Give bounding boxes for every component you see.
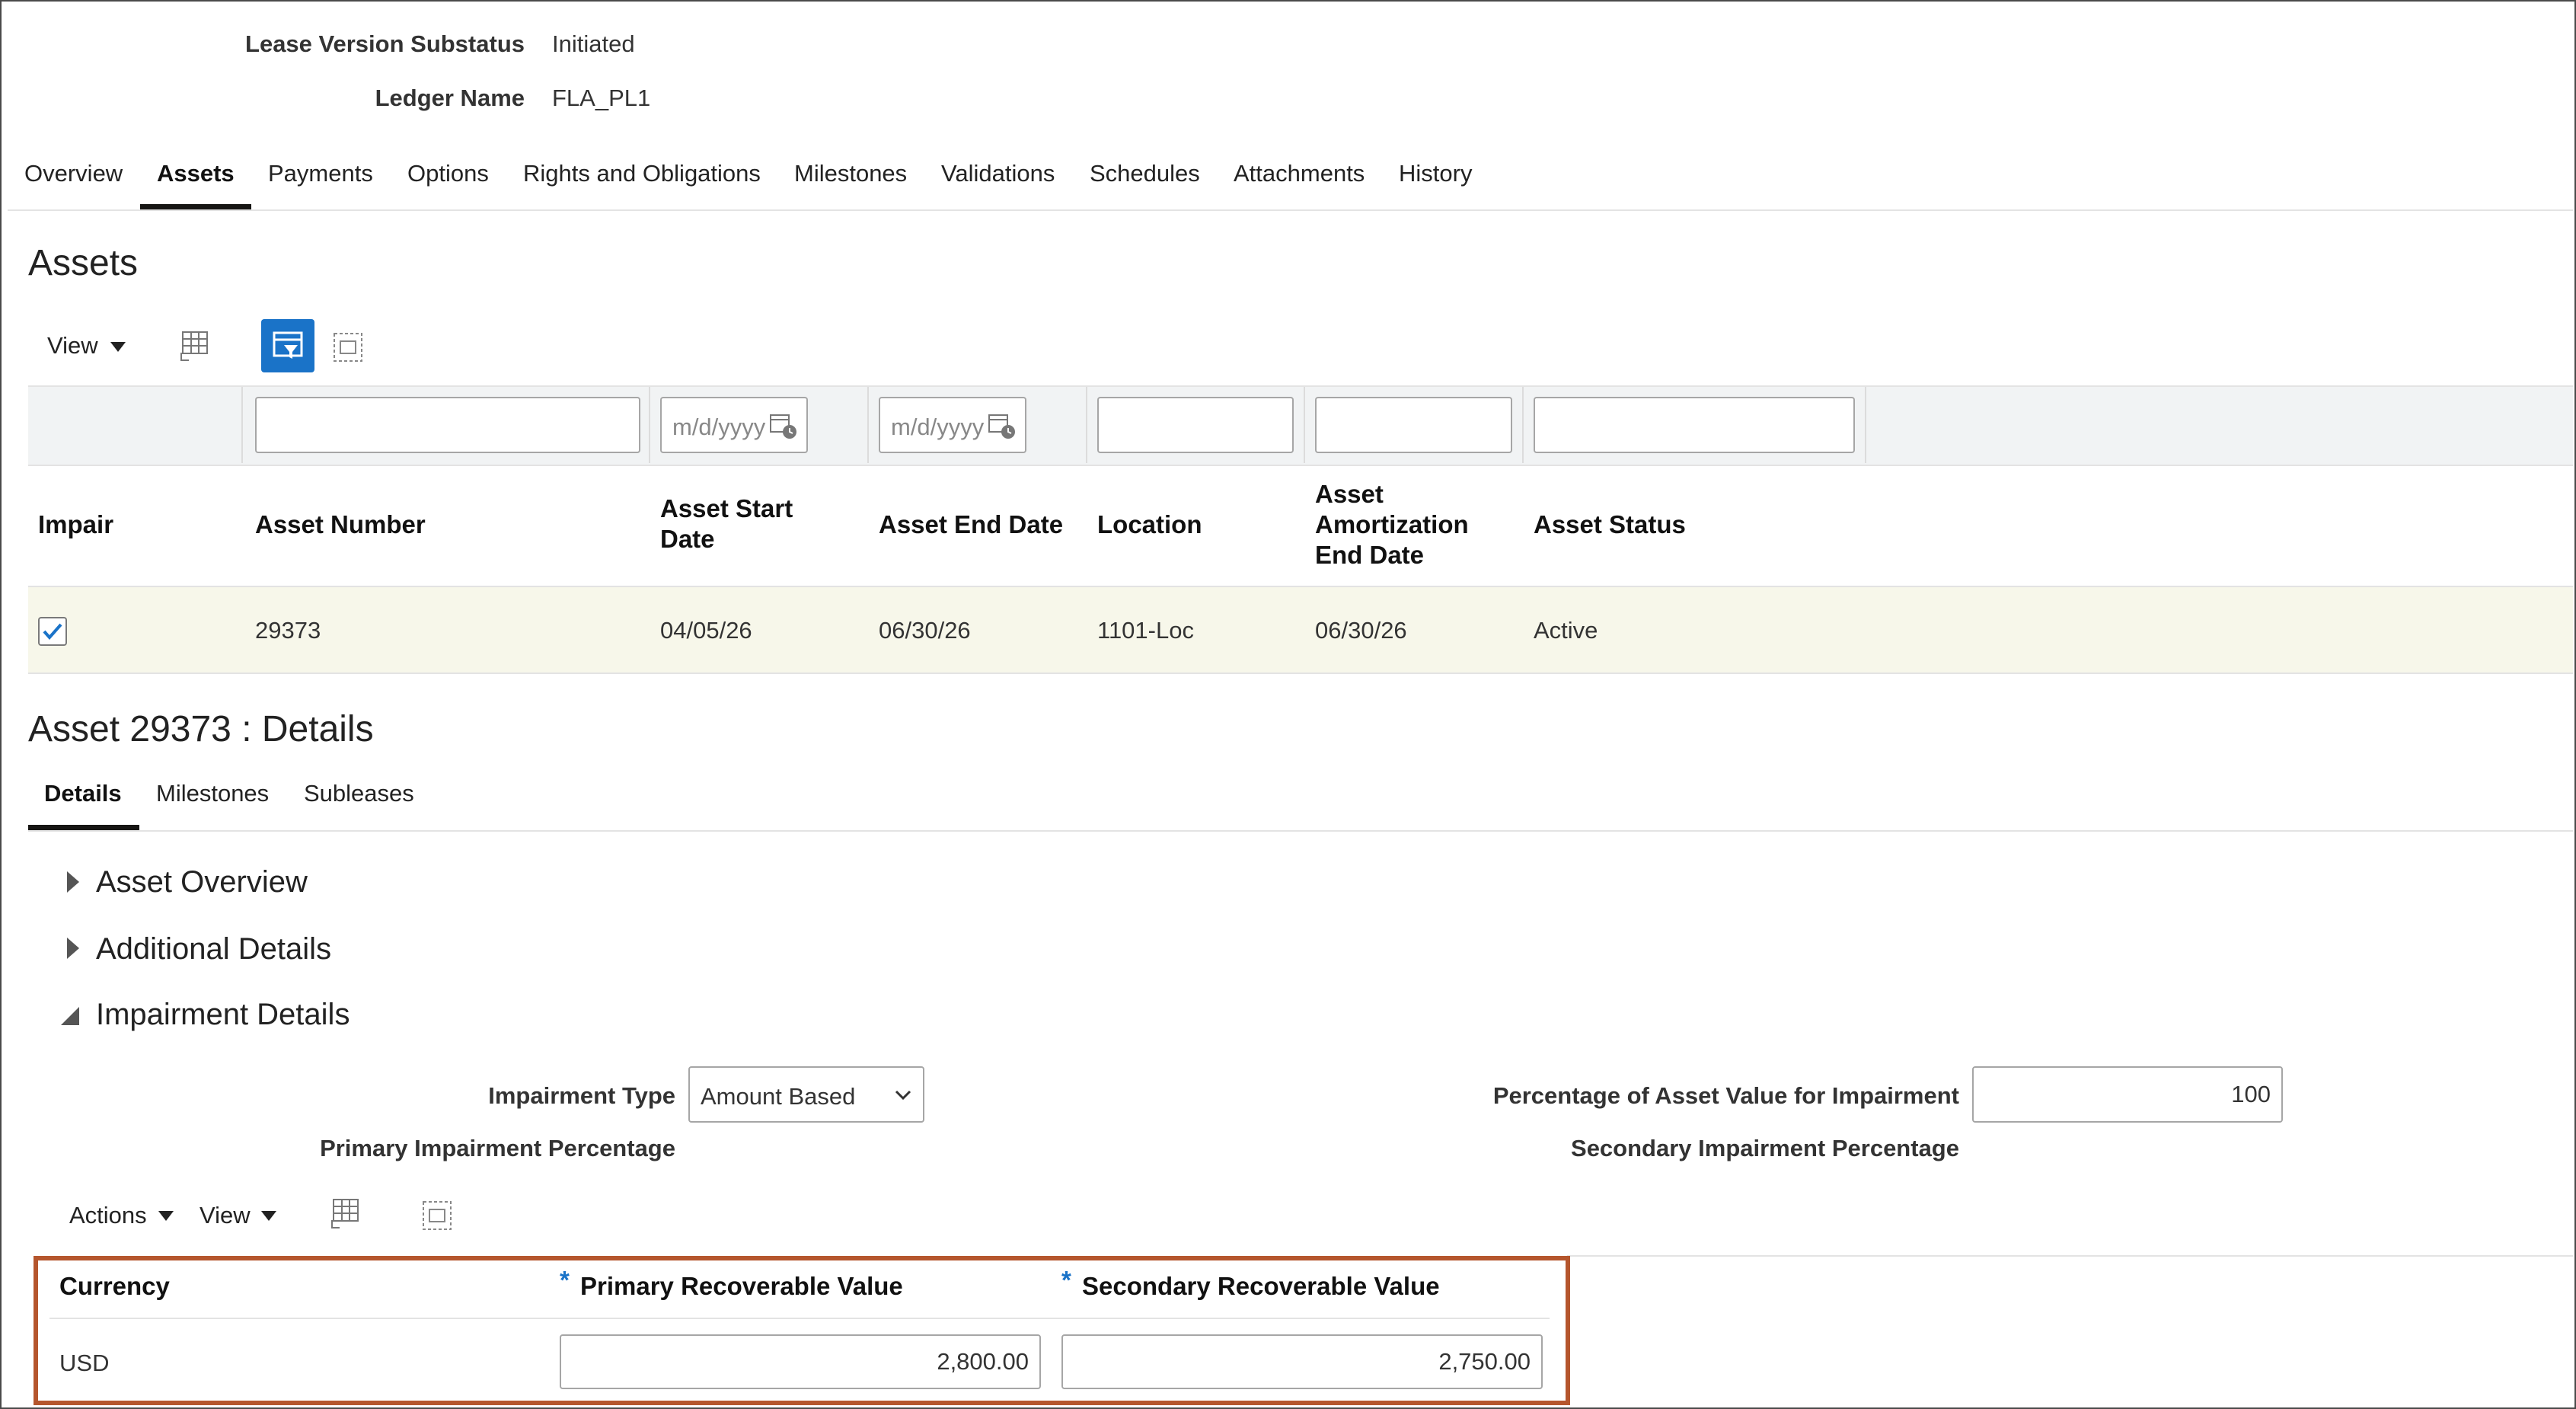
pct-asset-value-input[interactable]: 100 xyxy=(1972,1066,2283,1123)
filter-col-divider xyxy=(1522,387,1524,463)
start-date-header-line: Date xyxy=(660,525,715,553)
filter-col-divider xyxy=(1304,387,1305,463)
additional-details-section[interactable]: Additional Details xyxy=(96,932,331,966)
table-row[interactable] xyxy=(28,587,2573,674)
asset-number-column-header[interactable]: Asset Number xyxy=(255,510,426,540)
primary-recoverable-input[interactable]: 2,800.00 xyxy=(560,1334,1041,1389)
primary-impairment-pct-label: Primary Impairment Percentage xyxy=(320,1135,675,1161)
expand-icon[interactable] xyxy=(67,871,79,893)
substatus-value: Initiated xyxy=(552,30,635,57)
collapse-icon[interactable] xyxy=(59,1005,82,1028)
tab-validations[interactable]: Validations xyxy=(941,160,1055,187)
tabs-divider xyxy=(8,209,2573,211)
asset-status-filter[interactable] xyxy=(1534,397,1855,453)
filter-col-divider xyxy=(1865,387,1866,463)
window-frame xyxy=(0,0,2576,1409)
actions-menu[interactable]: Actions xyxy=(69,1202,147,1229)
asset-status-cell: Active xyxy=(1534,617,1598,644)
end-date-filter[interactable]: m/d/yyyy xyxy=(879,397,1026,453)
tab-payments[interactable]: Payments xyxy=(268,160,373,187)
start-date-column-header[interactable]: Asset Start Date xyxy=(660,494,793,554)
location-cell: 1101-Loc xyxy=(1097,617,1194,644)
secondary-recoverable-column-header[interactable]: Secondary Recoverable Value xyxy=(1082,1271,1440,1302)
view-menu[interactable]: View xyxy=(200,1202,251,1229)
impairment-details-section[interactable]: Impairment Details xyxy=(96,998,350,1032)
impair-checkbox[interactable] xyxy=(38,617,67,646)
filter-col-divider xyxy=(649,387,650,463)
query-by-example-button[interactable] xyxy=(261,319,314,372)
amortization-end-cell: 06/30/26 xyxy=(1315,617,1407,644)
tab-rights-obligations[interactable]: Rights and Obligations xyxy=(523,160,761,187)
amortization-header-line: Asset xyxy=(1315,480,1384,508)
location-column-header[interactable]: Location xyxy=(1097,510,1202,540)
secondary-recoverable-input[interactable]: 2,750.00 xyxy=(1061,1334,1543,1389)
checkmark-icon xyxy=(43,623,62,641)
start-date-header-line: Asset Start xyxy=(660,494,793,522)
start-date-placeholder: m/d/yyyy xyxy=(672,414,766,440)
view-caret-icon xyxy=(261,1211,276,1221)
required-mark: * xyxy=(560,1266,570,1294)
assets-title: Assets xyxy=(28,243,139,283)
amortization-end-column-header[interactable]: Asset Amortization End Date xyxy=(1315,479,1469,570)
location-filter[interactable] xyxy=(1097,397,1294,453)
filter-icon xyxy=(273,331,303,359)
filter-col-divider xyxy=(241,387,243,463)
detach-icon[interactable] xyxy=(420,1199,454,1232)
view-menu-caret-icon xyxy=(110,342,126,352)
freeze-columns-icon[interactable] xyxy=(177,330,210,363)
freeze-columns-icon[interactable] xyxy=(327,1197,361,1231)
calendar-icon[interactable] xyxy=(987,411,1017,441)
details-title: Asset 29373 : Details xyxy=(28,709,374,749)
required-mark: * xyxy=(1061,1266,1071,1294)
subtab-details[interactable]: Details xyxy=(44,780,122,807)
amortization-end-filter[interactable] xyxy=(1315,397,1512,453)
subtab-subleases[interactable]: Subleases xyxy=(304,780,414,807)
view-menu[interactable]: View xyxy=(47,332,98,359)
tab-history[interactable]: History xyxy=(1399,160,1472,187)
end-date-cell: 06/30/26 xyxy=(879,617,971,644)
impairment-type-value: Amount Based xyxy=(701,1083,856,1110)
recoverable-header-divider xyxy=(49,1318,1550,1319)
chevron-down-icon xyxy=(895,1090,911,1101)
calendar-icon[interactable] xyxy=(768,411,799,441)
asset-number-cell: 29373 xyxy=(255,617,321,644)
ledger-value: FLA_PL1 xyxy=(552,85,651,111)
end-date-column-header[interactable]: Asset End Date xyxy=(879,510,1063,540)
end-date-placeholder: m/d/yyyy xyxy=(891,414,985,440)
ledger-label: Ledger Name xyxy=(375,85,525,111)
asset-overview-section[interactable]: Asset Overview xyxy=(96,865,308,899)
tab-options[interactable]: Options xyxy=(407,160,489,187)
amortization-header-line: End Date xyxy=(1315,541,1425,569)
tab-schedules[interactable]: Schedules xyxy=(1090,160,1200,187)
impair-column-header[interactable]: Impair xyxy=(38,510,113,540)
impairment-type-select[interactable]: Amount Based xyxy=(688,1066,924,1123)
view-menu-label: View xyxy=(47,332,98,359)
subtab-milestones[interactable]: Milestones xyxy=(156,780,269,807)
substatus-label: Lease Version Substatus xyxy=(245,30,525,57)
subtabs-divider xyxy=(28,830,2573,832)
currency-cell: USD xyxy=(59,1350,110,1376)
toolbar-divider xyxy=(1567,1255,2573,1257)
tab-overview[interactable]: Overview xyxy=(24,160,123,187)
asset-number-filter[interactable] xyxy=(255,397,640,453)
primary-recoverable-column-header[interactable]: Primary Recoverable Value xyxy=(580,1271,903,1302)
subtab-details-underline xyxy=(28,825,139,830)
start-date-cell: 04/05/26 xyxy=(660,617,752,644)
actions-caret-icon xyxy=(158,1211,174,1221)
expand-icon[interactable] xyxy=(67,938,79,959)
detach-icon[interactable] xyxy=(331,331,365,364)
tab-attachments[interactable]: Attachments xyxy=(1234,160,1365,187)
asset-status-column-header[interactable]: Asset Status xyxy=(1534,510,1686,540)
tab-assets[interactable]: Assets xyxy=(157,160,235,187)
filter-col-divider xyxy=(867,387,869,463)
secondary-impairment-pct-label: Secondary Impairment Percentage xyxy=(1571,1135,1959,1161)
filter-col-divider xyxy=(1086,387,1087,463)
amortization-header-line: Amortization xyxy=(1315,510,1469,538)
currency-column-header[interactable]: Currency xyxy=(59,1271,170,1302)
tab-assets-underline xyxy=(140,204,251,209)
impairment-type-label: Impairment Type xyxy=(488,1082,675,1109)
tab-milestones[interactable]: Milestones xyxy=(794,160,907,187)
start-date-filter[interactable]: m/d/yyyy xyxy=(660,397,808,453)
pct-asset-value-label: Percentage of Asset Value for Impairment xyxy=(1492,1082,1959,1109)
